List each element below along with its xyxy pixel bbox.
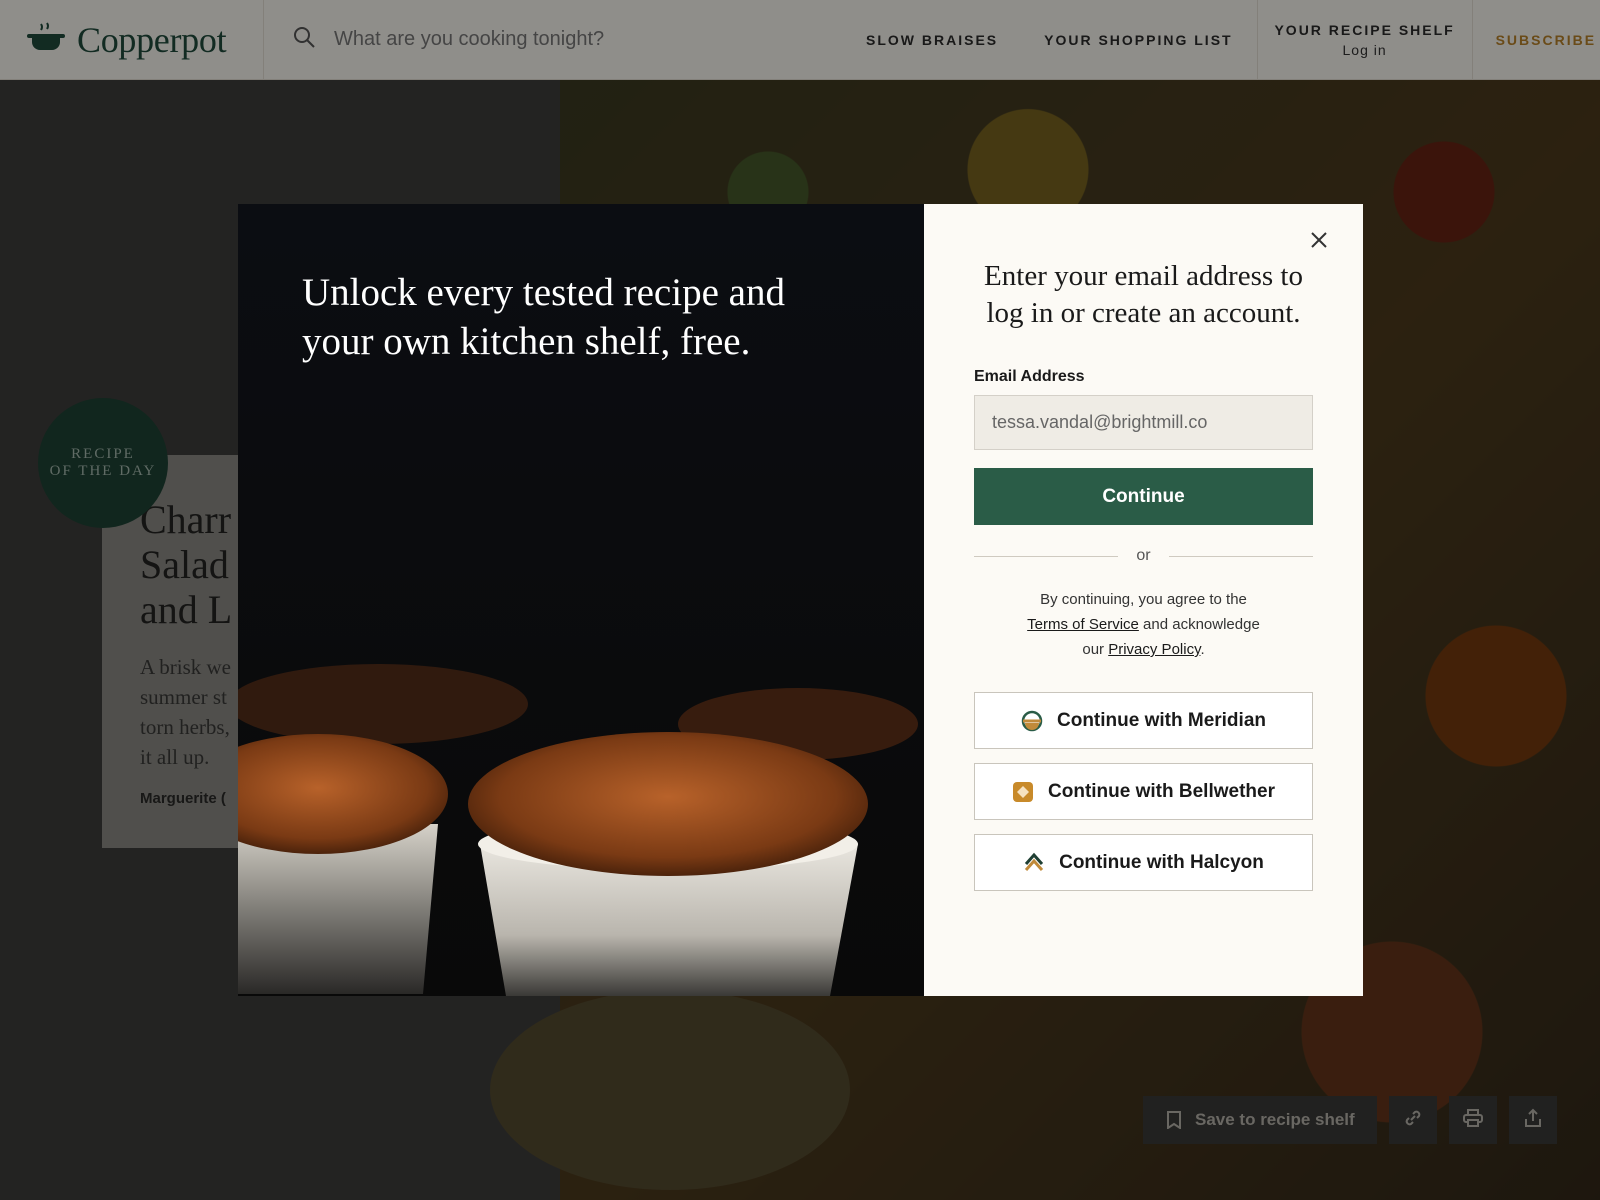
or-text: or [1136,547,1151,564]
divider-line [1168,555,1314,557]
divider-line [974,555,1119,557]
legal-text: our [1082,641,1105,658]
close-button[interactable] [1305,228,1333,256]
legal-text: and acknowledge [1143,616,1260,633]
sso-label: Continue with Meridian [1057,709,1266,731]
souffle-photo [238,664,918,996]
continue-bellwether-button[interactable]: Continue with Bellwether [974,763,1313,820]
login-modal: Unlock every tested recipe and your own … [238,204,1363,996]
legal-notice: By continuing, you agree to the Terms of… [974,587,1313,662]
email-label: Email Address [974,368,1085,385]
continue-meridian-button[interactable]: Continue with Meridian [974,692,1313,749]
modal-prompt: Enter your email address to log in or cr… [984,260,1303,329]
modal-form-panel: Enter your email address to log in or cr… [924,204,1363,996]
modal-hero-panel: Unlock every tested recipe and your own … [238,204,924,996]
legal-text: . [1200,641,1205,658]
privacy-link[interactable]: Privacy Policy [1108,641,1200,658]
bellwether-icon [1012,781,1034,803]
sso-label: Continue with Halcyon [1059,851,1264,873]
close-icon [1310,231,1328,254]
sso-label: Continue with Bellwether [1048,780,1275,802]
continue-halcyon-button[interactable]: Continue with Halcyon [974,834,1313,891]
terms-link[interactable]: Terms of Service [1027,616,1139,633]
halcyon-icon [1023,852,1045,874]
or-divider: or [974,547,1314,565]
meridian-icon [1021,710,1043,732]
email-field[interactable] [974,395,1313,450]
hero-headline: Unlock every tested recipe and your own … [302,271,785,363]
continue-button[interactable]: Continue [974,468,1313,525]
legal-text: By continuing, you agree to the [1040,591,1247,608]
